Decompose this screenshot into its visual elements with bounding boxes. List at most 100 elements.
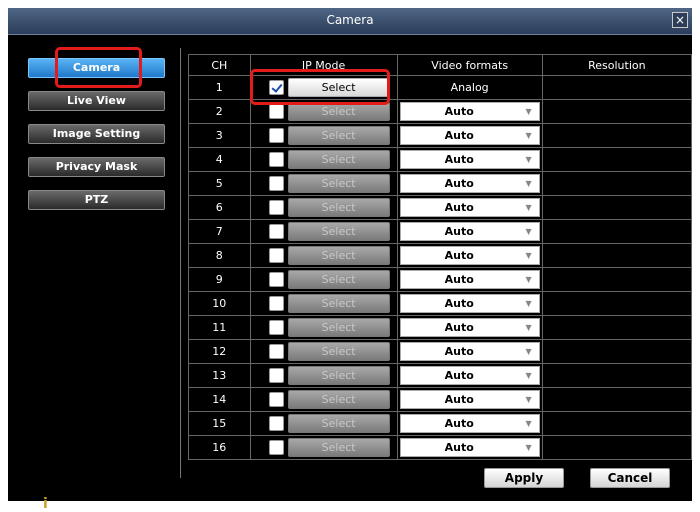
dropdown-arrow-icon: ▼	[525, 107, 532, 116]
ip-mode-controls: Select	[251, 172, 397, 195]
dropdown-arrow-icon: ▼	[525, 395, 532, 404]
ip-mode-cell: Select	[249, 171, 398, 196]
dropdown-arrow-icon: ▼	[525, 299, 532, 308]
highlight-box-select	[250, 69, 390, 105]
video-format-cell: Auto ▼	[396, 147, 543, 172]
select-button: Select	[287, 246, 390, 265]
table-row: 8 Select Auto ▼	[188, 243, 693, 268]
resolution-cell	[541, 123, 693, 148]
dropdown-value: Auto	[444, 369, 474, 382]
ip-mode-cell: Select	[249, 219, 398, 244]
dropdown-value: Auto	[444, 129, 474, 142]
sidebar-item-privacy-mask[interactable]: Privacy Mask	[28, 157, 165, 177]
ip-mode-cell: Select	[249, 339, 398, 364]
ip-mode-cell: Select	[249, 267, 398, 292]
ip-mode-checkbox[interactable]	[268, 248, 284, 263]
video-format-dropdown[interactable]: Auto ▼	[399, 414, 540, 433]
dropdown-value: Auto	[444, 225, 474, 238]
dropdown-arrow-icon: ▼	[525, 203, 532, 212]
resolution-cell	[541, 435, 693, 460]
close-icon[interactable]: ×	[672, 12, 688, 28]
ip-mode-checkbox[interactable]	[268, 440, 284, 455]
sidebar-item-image-setting[interactable]: Image Setting	[28, 124, 165, 144]
channel-table: CH IP Mode Video formats Resolution 1 Sel…	[188, 54, 693, 460]
ip-mode-checkbox[interactable]	[268, 200, 284, 215]
ip-mode-checkbox[interactable]	[268, 416, 284, 431]
sidebar-item-ptz[interactable]: PTZ	[28, 190, 165, 210]
ip-mode-checkbox[interactable]	[268, 224, 284, 239]
video-format-dropdown[interactable]: Auto ▼	[399, 270, 540, 289]
video-format-controls: Analog	[398, 76, 542, 99]
channel-number: 3	[188, 123, 251, 148]
table-body: 1 Select Analog 2 Select Auto ▼ 3 Select Auto ▼ 4 Se…	[188, 75, 693, 460]
ip-mode-checkbox[interactable]	[268, 152, 284, 167]
video-format-controls: Auto ▼	[398, 244, 542, 267]
video-format-dropdown[interactable]: Auto ▼	[399, 246, 540, 265]
video-format-dropdown[interactable]: Auto ▼	[399, 438, 540, 457]
dropdown-arrow-icon: ▼	[525, 251, 532, 260]
ip-mode-checkbox[interactable]	[268, 104, 284, 119]
channel-number: 16	[188, 435, 251, 460]
video-format-dropdown[interactable]: Auto ▼	[399, 222, 540, 241]
ip-mode-checkbox[interactable]	[268, 176, 284, 191]
ip-mode-checkbox[interactable]	[268, 296, 284, 311]
video-format-dropdown[interactable]: Auto ▼	[399, 294, 540, 313]
ip-mode-controls: Select	[251, 244, 397, 267]
ip-mode-controls: Select	[251, 364, 397, 387]
channel-number: 9	[188, 267, 251, 292]
ip-mode-checkbox[interactable]	[268, 320, 284, 335]
dropdown-arrow-icon: ▼	[525, 371, 532, 380]
resolution-cell	[541, 411, 693, 436]
channel-number: 14	[188, 387, 251, 412]
video-format-cell: Auto ▼	[396, 123, 543, 148]
ip-mode-checkbox[interactable]	[268, 344, 284, 359]
channel-number: 2	[188, 99, 251, 124]
video-format-dropdown[interactable]: Auto ▼	[399, 198, 540, 217]
dropdown-arrow-icon: ▼	[525, 155, 532, 164]
ip-mode-controls: Select	[251, 268, 397, 291]
header-video-formats: Video formats	[396, 54, 543, 76]
video-format-controls: Auto ▼	[398, 412, 542, 435]
video-format-dropdown[interactable]: Auto ▼	[399, 102, 540, 121]
video-format-dropdown[interactable]: Auto ▼	[399, 150, 540, 169]
ip-mode-checkbox[interactable]	[268, 128, 284, 143]
select-button: Select	[287, 318, 390, 337]
video-format-dropdown[interactable]: Auto ▼	[399, 390, 540, 409]
select-button: Select	[287, 438, 390, 457]
resolution-cell	[541, 243, 693, 268]
channel-number: 13	[188, 363, 251, 388]
cancel-button[interactable]: Cancel	[590, 468, 670, 488]
video-format-dropdown[interactable]: Auto ▼	[399, 342, 540, 361]
table-row: 12 Select Auto ▼	[188, 339, 693, 364]
ip-mode-controls: Select	[251, 196, 397, 219]
resolution-cell	[541, 315, 693, 340]
sidebar-item-live-view[interactable]: Live View	[28, 91, 165, 111]
video-format-dropdown[interactable]: Auto ▼	[399, 126, 540, 145]
dropdown-value: Auto	[444, 201, 474, 214]
select-button: Select	[287, 366, 390, 385]
table-row: 5 Select Auto ▼	[188, 171, 693, 196]
dropdown-arrow-icon: ▼	[525, 443, 532, 452]
table-row: 6 Select Auto ▼	[188, 195, 693, 220]
ip-mode-checkbox[interactable]	[268, 392, 284, 407]
ip-mode-checkbox[interactable]	[268, 368, 284, 383]
select-button: Select	[287, 342, 390, 361]
video-format-cell: Auto ▼	[396, 315, 543, 340]
info-icon: i	[43, 496, 48, 512]
table-row: 16 Select Auto ▼	[188, 435, 693, 460]
channel-number: 6	[188, 195, 251, 220]
apply-button[interactable]: Apply	[484, 468, 564, 488]
resolution-cell	[541, 75, 693, 100]
ip-mode-cell: Select	[249, 315, 398, 340]
table-row: 15 Select Auto ▼	[188, 411, 693, 436]
video-format-dropdown[interactable]: Auto ▼	[399, 174, 540, 193]
video-format-dropdown[interactable]: Auto ▼	[399, 318, 540, 337]
video-format-controls: Auto ▼	[398, 148, 542, 171]
table-row: 11 Select Auto ▼	[188, 315, 693, 340]
video-format-dropdown[interactable]: Auto ▼	[399, 366, 540, 385]
ip-mode-checkbox[interactable]	[268, 272, 284, 287]
video-format-cell: Auto ▼	[396, 411, 543, 436]
ip-mode-cell: Select	[249, 123, 398, 148]
ip-mode-controls: Select	[251, 388, 397, 411]
video-format-controls: Auto ▼	[398, 124, 542, 147]
